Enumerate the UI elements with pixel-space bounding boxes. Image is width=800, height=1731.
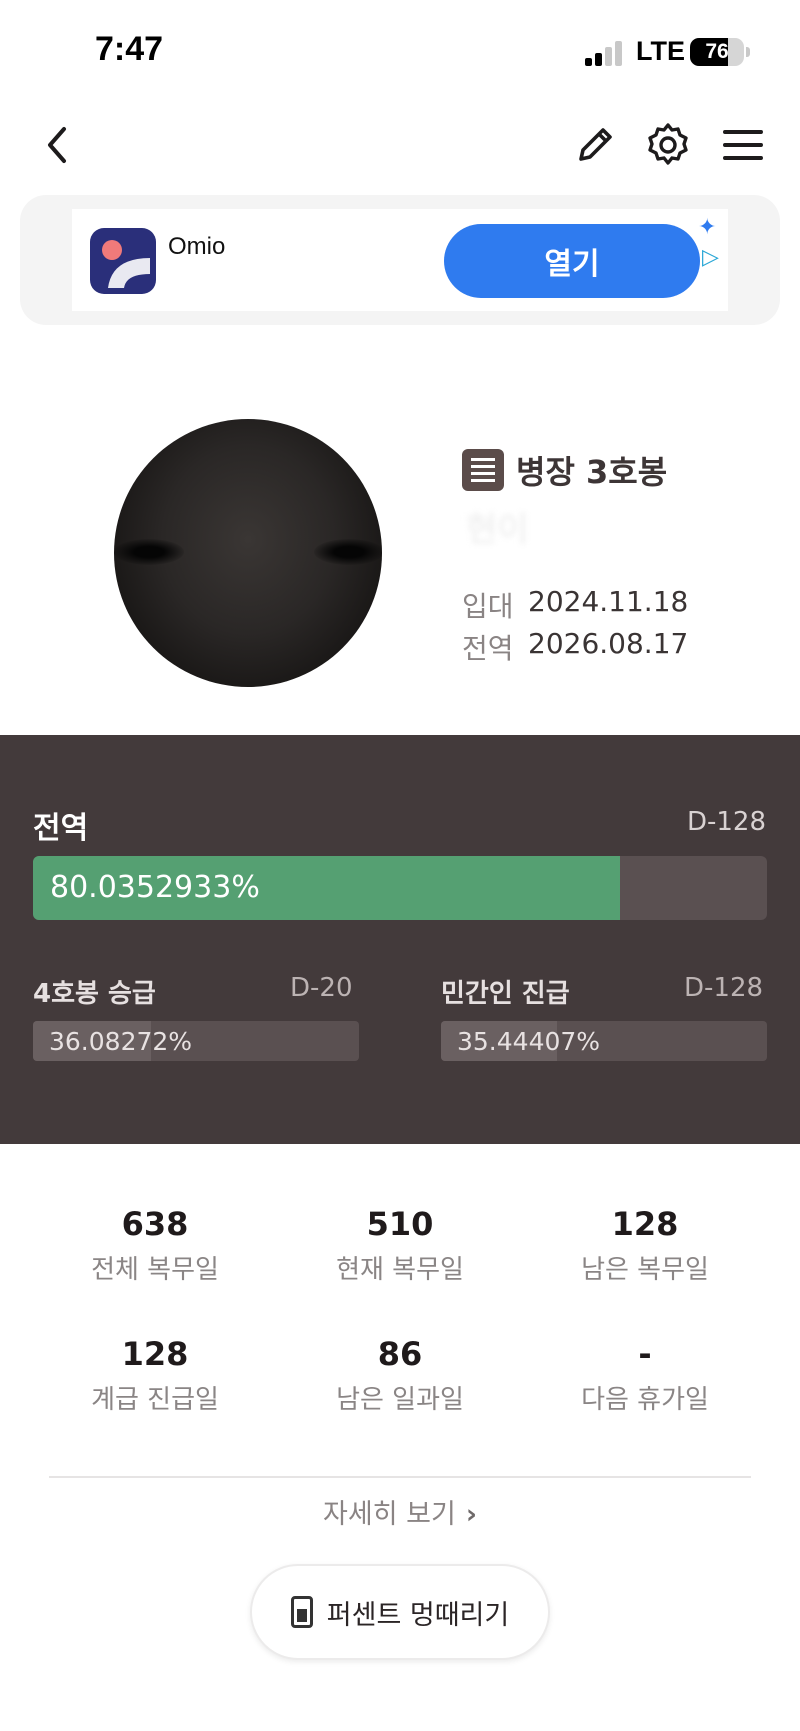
avatar-shadow-right [314,539,382,565]
chevron-right-icon: › [465,1499,477,1530]
civilian-title: 민간인 진급 [441,979,570,1009]
stat-promotion-days: 128 계급 진급일 [35,1335,275,1416]
stat-label: 다음 휴가일 [581,1385,709,1415]
ad-banner[interactable]: Omio 열기 ✦ ▷ [20,195,780,325]
pencil-icon [579,128,612,161]
sparkle-icon: ✦ [698,215,717,240]
civilian-dday: D-128 [684,973,764,1003]
stat-label: 전체 복무일 [91,1255,219,1285]
view-details-link[interactable]: 자세히 보기 › [0,1492,800,1531]
stat-value: 128 [611,1205,679,1243]
rank-badge-icon [462,449,504,491]
stat-label: 계급 진급일 [91,1385,219,1415]
edit-button[interactable] [568,118,622,172]
status-bar: 7:47 LTE 76 [0,0,800,100]
menu-button[interactable] [716,118,770,172]
stat-label: 남은 복무일 [581,1255,709,1285]
stat-label: 남은 일과일 [336,1385,464,1415]
ad-content[interactable]: Omio 열기 ✦ ▷ [72,209,728,311]
stat-remaining-days: 128 남은 복무일 [525,1205,765,1286]
avatar-shadow-left [114,539,184,565]
omio-logo [90,228,156,294]
divider [49,1476,751,1478]
discharge-progress-bar: 80.0352933% [33,856,767,920]
stat-value: 128 [121,1335,189,1373]
gear-icon [648,123,688,165]
settings-button[interactable] [641,118,695,172]
signal-icon [585,40,625,66]
enlist-row: 입대 2024.11.18 [462,585,688,625]
promotion-progress-label: 36.08272% [49,1027,193,1056]
enlist-date: 2024.11.18 [528,585,689,618]
civilian-progress-label: 35.44407% [457,1027,601,1056]
promotion-title: 4호봉 승급 [33,979,156,1009]
chevron-left-icon [48,127,66,163]
promotion-progress-bar: 36.08272% [33,1021,359,1061]
ad-app-name: Omio [168,233,226,260]
percent-idle-label: 퍼센트 멍때리기 [326,1599,510,1631]
view-details-label: 자세히 보기 [323,1499,456,1530]
discharge-dday: D-128 [686,807,766,837]
stat-served-days: 510 현재 복무일 [280,1205,520,1286]
stat-workdays-left: 86 남은 일과일 [280,1335,520,1416]
stat-value: - [638,1335,652,1373]
rank-line: 병장 3호봉 [462,447,667,493]
progress-panel: 전역 D-128 80.0352933% 4호봉 승급 D-20 36.0827… [0,735,800,1144]
back-button[interactable] [30,118,84,172]
profile-avatar[interactable] [114,419,382,687]
enlist-label: 입대 [462,590,514,623]
network-type: LTE [636,36,685,66]
discharge-date: 2026.08.17 [528,627,689,660]
rank-text: 병장 3호봉 [516,453,668,491]
stat-value: 638 [121,1205,189,1243]
stat-value: 510 [366,1205,434,1243]
battery-tip [746,47,750,57]
promotion-dday: D-20 [290,973,353,1003]
phone-icon [290,1596,313,1628]
user-name: 현이 [466,510,529,550]
hamburger-menu-icon [723,130,763,160]
discharge-label: 전역 [462,632,514,665]
civilian-progress-bar: 35.44407% [441,1021,767,1061]
discharge-progress-title: 전역 [33,811,89,846]
discharge-progress-label: 80.0352933% [50,870,260,905]
discharge-row: 전역 2026.08.17 [462,627,688,667]
stat-label: 현재 복무일 [336,1255,464,1285]
stat-next-leave: - 다음 휴가일 [525,1335,765,1416]
ad-open-button[interactable]: 열기 [444,224,700,298]
stat-total-days: 638 전체 복무일 [35,1205,275,1286]
status-time: 7:47 [95,30,164,68]
battery-level: 76 [705,40,729,63]
percent-idle-button[interactable]: 퍼센트 멍때리기 [250,1564,550,1660]
stat-value: 86 [377,1335,423,1373]
adchoices-icon[interactable]: ▷ [702,245,719,270]
top-nav [0,110,800,180]
